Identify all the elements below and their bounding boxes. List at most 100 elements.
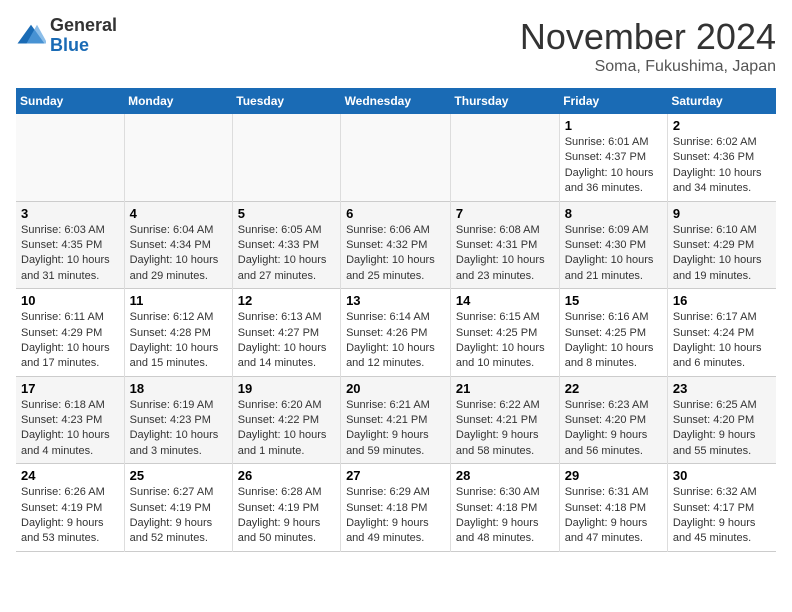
calendar-table: SundayMondayTuesdayWednesdayThursdayFrid…: [16, 88, 776, 552]
title-block: November 2024 Soma, Fukushima, Japan: [520, 16, 776, 76]
day-number: 22: [565, 381, 662, 396]
day-number: 19: [238, 381, 335, 396]
calendar-cell: 2Sunrise: 6:02 AM Sunset: 4:36 PM Daylig…: [667, 114, 776, 201]
day-info: Sunrise: 6:05 AM Sunset: 4:33 PM Dayligh…: [238, 223, 335, 285]
day-number: 16: [673, 293, 771, 308]
calendar-cell: 7 Sunrise: 6:08 AM Sunset: 4:31 PM Daylig…: [450, 201, 559, 289]
day-info: Sunrise: 6:32 AM Sunset: 4:17 PM Dayligh…: [673, 485, 771, 547]
calendar-cell: 12 Sunrise: 6:13 AM Sunset: 4:27 PM Dayli…: [232, 289, 340, 377]
calendar-cell: [124, 114, 232, 201]
header-day-wednesday: Wednesday: [341, 88, 451, 114]
day-info: Sunrise: 6:10 AM Sunset: 4:29 PM Dayligh…: [673, 223, 771, 285]
day-info: Sunrise: 6:09 AM Sunset: 4:30 PM Dayligh…: [565, 223, 662, 285]
calendar-cell: 4Sunrise: 6:04 AM Sunset: 4:34 PM Daylig…: [124, 201, 232, 289]
week-row-2: 3Sunrise: 6:03 AM Sunset: 4:35 PM Daylig…: [16, 201, 776, 289]
calendar-cell: 9 Sunrise: 6:10 AM Sunset: 4:29 PM Daylig…: [667, 201, 776, 289]
day-info: Sunrise: 6:13 AM Sunset: 4:27 PM Dayligh…: [238, 310, 335, 372]
calendar-cell: 3Sunrise: 6:03 AM Sunset: 4:35 PM Daylig…: [16, 201, 124, 289]
day-info: Sunrise: 6:25 AM Sunset: 4:20 PM Dayligh…: [673, 398, 771, 460]
header-day-sunday: Sunday: [16, 88, 124, 114]
calendar-cell: 19 Sunrise: 6:20 AM Sunset: 4:22 PM Dayli…: [232, 376, 340, 464]
day-info: Sunrise: 6:19 AM Sunset: 4:23 PM Dayligh…: [130, 398, 227, 460]
day-info: Sunrise: 6:26 AM Sunset: 4:19 PM Dayligh…: [21, 485, 119, 547]
day-number: 25: [130, 468, 227, 483]
day-number: 2: [673, 118, 771, 133]
logo-icon: [16, 21, 46, 51]
header-day-monday: Monday: [124, 88, 232, 114]
day-number: 21: [456, 381, 554, 396]
day-number: 28: [456, 468, 554, 483]
header-row: SundayMondayTuesdayWednesdayThursdayFrid…: [16, 88, 776, 114]
day-number: 6: [346, 206, 445, 221]
day-number: 1: [565, 118, 662, 133]
calendar-cell: 25 Sunrise: 6:27 AM Sunset: 4:19 PM Dayli…: [124, 464, 232, 552]
day-number: 13: [346, 293, 445, 308]
day-number: 3: [21, 206, 119, 221]
day-info: Sunrise: 6:12 AM Sunset: 4:28 PM Dayligh…: [130, 310, 227, 372]
day-number: 11: [130, 293, 227, 308]
day-info: Sunrise: 6:21 AM Sunset: 4:21 PM Dayligh…: [346, 398, 445, 460]
day-number: 20: [346, 381, 445, 396]
calendar-cell: 23 Sunrise: 6:25 AM Sunset: 4:20 PM Dayli…: [667, 376, 776, 464]
day-number: 29: [565, 468, 662, 483]
calendar-cell: 29 Sunrise: 6:31 AM Sunset: 4:18 PM Dayli…: [559, 464, 667, 552]
day-number: 18: [130, 381, 227, 396]
day-number: 7: [456, 206, 554, 221]
day-info: Sunrise: 6:27 AM Sunset: 4:19 PM Dayligh…: [130, 485, 227, 547]
location-text: Soma, Fukushima, Japan: [520, 58, 776, 76]
calendar-cell: 1 Sunrise: 6:01 AM Sunset: 4:37 PM Daylig…: [559, 114, 667, 201]
day-number: 9: [673, 206, 771, 221]
logo: General Blue: [16, 16, 117, 56]
calendar-body: 1 Sunrise: 6:01 AM Sunset: 4:37 PM Daylig…: [16, 114, 776, 551]
day-number: 26: [238, 468, 335, 483]
calendar-cell: 13Sunrise: 6:14 AM Sunset: 4:26 PM Dayli…: [341, 289, 451, 377]
calendar-cell: 17 Sunrise: 6:18 AM Sunset: 4:23 PM Dayli…: [16, 376, 124, 464]
calendar-header: SundayMondayTuesdayWednesdayThursdayFrid…: [16, 88, 776, 114]
day-info: Sunrise: 6:30 AM Sunset: 4:18 PM Dayligh…: [456, 485, 554, 547]
day-info: Sunrise: 6:11 AM Sunset: 4:29 PM Dayligh…: [21, 310, 119, 372]
day-info: Sunrise: 6:18 AM Sunset: 4:23 PM Dayligh…: [21, 398, 119, 460]
page-header: General Blue November 2024 Soma, Fukushi…: [16, 16, 776, 76]
week-row-5: 24 Sunrise: 6:26 AM Sunset: 4:19 PM Dayli…: [16, 464, 776, 552]
calendar-cell: 20 Sunrise: 6:21 AM Sunset: 4:21 PM Dayli…: [341, 376, 451, 464]
calendar-cell: [450, 114, 559, 201]
calendar-cell: [16, 114, 124, 201]
week-row-1: 1 Sunrise: 6:01 AM Sunset: 4:37 PM Daylig…: [16, 114, 776, 201]
calendar-cell: 28 Sunrise: 6:30 AM Sunset: 4:18 PM Dayli…: [450, 464, 559, 552]
day-number: 27: [346, 468, 445, 483]
logo-text: General Blue: [50, 16, 117, 56]
month-title: November 2024: [520, 16, 776, 58]
header-day-tuesday: Tuesday: [232, 88, 340, 114]
day-number: 30: [673, 468, 771, 483]
calendar-cell: 15Sunrise: 6:16 AM Sunset: 4:25 PM Dayli…: [559, 289, 667, 377]
day-info: Sunrise: 6:08 AM Sunset: 4:31 PM Dayligh…: [456, 223, 554, 285]
calendar-cell: 5 Sunrise: 6:05 AM Sunset: 4:33 PM Daylig…: [232, 201, 340, 289]
calendar-cell: 16 Sunrise: 6:17 AM Sunset: 4:24 PM Dayli…: [667, 289, 776, 377]
day-info: Sunrise: 6:31 AM Sunset: 4:18 PM Dayligh…: [565, 485, 662, 547]
day-info: Sunrise: 6:17 AM Sunset: 4:24 PM Dayligh…: [673, 310, 771, 372]
logo-blue-text: Blue: [50, 36, 117, 56]
day-info: Sunrise: 6:01 AM Sunset: 4:37 PM Dayligh…: [565, 135, 662, 197]
logo-general-text: General: [50, 16, 117, 36]
calendar-cell: 21 Sunrise: 6:22 AM Sunset: 4:21 PM Dayli…: [450, 376, 559, 464]
day-info: Sunrise: 6:23 AM Sunset: 4:20 PM Dayligh…: [565, 398, 662, 460]
header-day-saturday: Saturday: [667, 88, 776, 114]
day-number: 14: [456, 293, 554, 308]
day-info: Sunrise: 6:06 AM Sunset: 4:32 PM Dayligh…: [346, 223, 445, 285]
day-number: 23: [673, 381, 771, 396]
day-number: 17: [21, 381, 119, 396]
calendar-cell: 30 Sunrise: 6:32 AM Sunset: 4:17 PM Dayli…: [667, 464, 776, 552]
day-number: 8: [565, 206, 662, 221]
day-info: Sunrise: 6:20 AM Sunset: 4:22 PM Dayligh…: [238, 398, 335, 460]
day-info: Sunrise: 6:22 AM Sunset: 4:21 PM Dayligh…: [456, 398, 554, 460]
calendar-cell: 27Sunrise: 6:29 AM Sunset: 4:18 PM Dayli…: [341, 464, 451, 552]
day-number: 10: [21, 293, 119, 308]
day-number: 4: [130, 206, 227, 221]
calendar-cell: 26Sunrise: 6:28 AM Sunset: 4:19 PM Dayli…: [232, 464, 340, 552]
calendar-cell: 24 Sunrise: 6:26 AM Sunset: 4:19 PM Dayli…: [16, 464, 124, 552]
day-number: 5: [238, 206, 335, 221]
day-number: 24: [21, 468, 119, 483]
day-number: 12: [238, 293, 335, 308]
calendar-cell: [232, 114, 340, 201]
header-day-thursday: Thursday: [450, 88, 559, 114]
